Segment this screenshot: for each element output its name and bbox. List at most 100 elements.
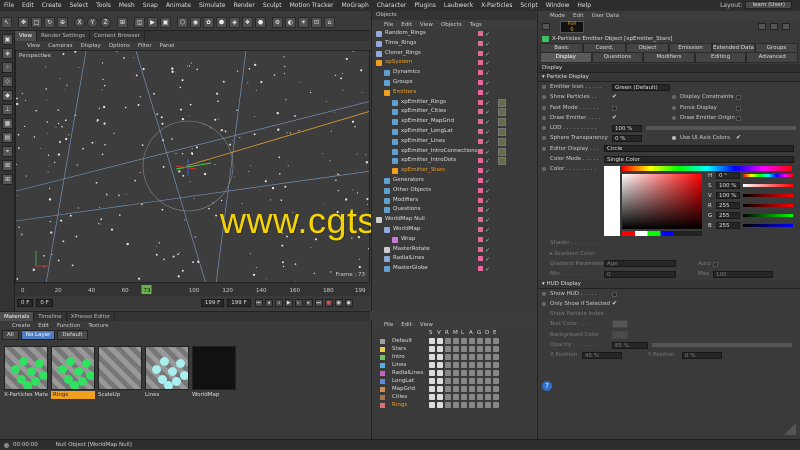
layer-row[interactable]: Cities [372,393,536,401]
menu-mesh[interactable]: Mesh [115,0,139,11]
attr-tab-questions[interactable]: Questions [591,52,644,63]
move-icon[interactable]: ✥ [18,17,29,28]
anim-dot[interactable] [542,146,546,151]
layout-dropdown[interactable]: learn (User) [745,1,792,9]
layer-toggle-icon[interactable] [485,386,491,392]
layer-toggle-icon[interactable] [485,402,491,408]
layer-toggle-icon[interactable] [461,386,467,392]
viewport-tab-view[interactable]: View [15,31,38,41]
layer-color-swatch[interactable] [380,402,385,408]
scene-icon[interactable]: ❖ [242,17,253,28]
layer-toggle-icon[interactable] [485,370,491,376]
material-menu-function[interactable]: Function [53,323,84,329]
layer-toggle-icon[interactable] [493,370,499,376]
h-slider[interactable] [743,174,793,178]
layer-toggle-icon[interactable] [453,394,459,400]
object-row[interactable]: xpEmitter_IntroDots ✓ [372,156,536,166]
layer-toggle-icon[interactable] [493,386,499,392]
anim-dot[interactable] [672,105,676,110]
layer-color-swatch[interactable] [380,370,385,376]
g-slider[interactable] [743,214,793,218]
object-row[interactable]: xpSystem ✓ [372,58,536,68]
attribute-menu-edit[interactable]: Edit [569,13,588,19]
layer-toggle-icon[interactable] [429,386,435,392]
layer-toggle-icon[interactable] [477,354,483,360]
layer-toggle-icon[interactable] [461,346,467,352]
show-hud-check[interactable] [612,291,617,297]
attr-tab-editing[interactable]: Editing [694,52,747,63]
layer-toggle-icon[interactable] [477,362,483,368]
object-row[interactable]: Emitters ✓ [372,88,536,98]
object-row[interactable]: WorldMap ✓ [372,225,536,235]
layer-toggle-icon[interactable] [469,402,475,408]
object-row[interactable]: Questions ✓ [372,205,536,215]
layer-color-swatch[interactable] [380,354,385,360]
layer-toggle-icon[interactable] [437,378,443,384]
nav-up-icon[interactable] [758,23,766,30]
y-position-field[interactable]: 0 % [682,351,722,359]
menu-mograph[interactable]: MoGraph [338,0,373,11]
layer-toggle-icon[interactable] [485,378,491,384]
attribute-menu-mode[interactable]: Mode [546,13,569,19]
s-slider[interactable] [743,184,793,188]
material-thumbnail[interactable] [145,346,189,390]
material-tab-timeline[interactable]: Timeline [34,312,67,321]
material-item[interactable]: Rings [51,346,95,406]
anim-dot[interactable] [672,115,676,120]
menu-character[interactable]: Character [373,0,411,11]
axis-icon[interactable]: ⊥ [2,104,13,115]
next-frame-icon[interactable]: ▹ [294,298,303,307]
layer-color-swatch[interactable] [380,394,385,400]
prev-key-icon[interactable]: ◂ [264,298,273,307]
material-item[interactable]: X-Particles Mate [4,346,48,406]
layer-toggle-icon[interactable] [477,378,483,384]
xp-tag-icon[interactable] [498,127,506,136]
y-axis-icon[interactable]: Y [87,17,98,28]
objects-menu-view[interactable]: View [416,22,437,28]
layer-toggle-icon[interactable] [469,378,475,384]
anim-dot[interactable] [542,126,546,131]
layer-toggle-icon[interactable] [437,354,443,360]
layer-toggle-icon[interactable] [453,338,459,344]
layer-toggle-icon[interactable] [445,386,451,392]
editor-display-select[interactable]: Circle [604,145,794,153]
sphere-icon[interactable]: ◉ [190,17,201,28]
layer-toggle-icon[interactable] [477,386,483,392]
layer-toggle-icon[interactable] [437,386,443,392]
layer-toggle-icon[interactable] [461,370,467,376]
object-row[interactable]: xpEmitter_Lines ✓ [372,137,536,147]
gradient-param-select[interactable]: Age [604,260,676,268]
material-item[interactable]: ScaleUp [98,346,142,406]
anim-dot[interactable] [542,136,546,141]
object-row[interactable]: Dynamics ✓ [372,68,536,78]
layer-toggle-icon[interactable] [477,394,483,400]
object-row[interactable]: xpEmitter_MapGrid ✓ [372,117,536,127]
material-filter-default[interactable]: Default [57,329,88,340]
hud-display-header[interactable]: ▾ HUD Display [538,279,800,289]
b-field[interactable]: 255 [716,222,740,230]
anim-dot[interactable] [542,291,546,296]
layer-toggle-icon[interactable] [469,346,475,352]
edit-mode-icon[interactable]: ◈ [2,48,13,59]
draw-emitter-origin-check[interactable] [736,115,741,121]
layer-toggle-icon[interactable] [445,402,451,408]
layer-toggle-icon[interactable] [469,354,475,360]
v-field[interactable]: 100 % [716,192,740,200]
b-slider[interactable] [743,224,793,228]
material-menu-create[interactable]: Create [8,323,34,329]
object-row[interactable]: Wrap ✓ [372,235,536,245]
anim-dot[interactable] [542,95,546,100]
object-row[interactable]: Cloner_Rings ✓ [372,49,536,59]
settings-icon[interactable]: ⚙ [272,17,283,28]
menu-help[interactable]: Help [573,0,595,11]
menu-simulate[interactable]: Simulate [195,0,230,11]
objects-menu-edit[interactable]: Edit [397,22,416,28]
layer-color-swatch[interactable] [380,386,385,392]
material-filter-all[interactable]: All [2,329,19,340]
layer-row[interactable]: Default [372,337,536,345]
layers-menu-file[interactable]: File [380,322,397,328]
xp-tag-icon[interactable] [498,147,506,156]
anim-dot[interactable] [542,105,546,110]
autokey-icon[interactable]: ◉ [334,298,343,307]
cube-icon[interactable]: ⬡ [177,17,188,28]
